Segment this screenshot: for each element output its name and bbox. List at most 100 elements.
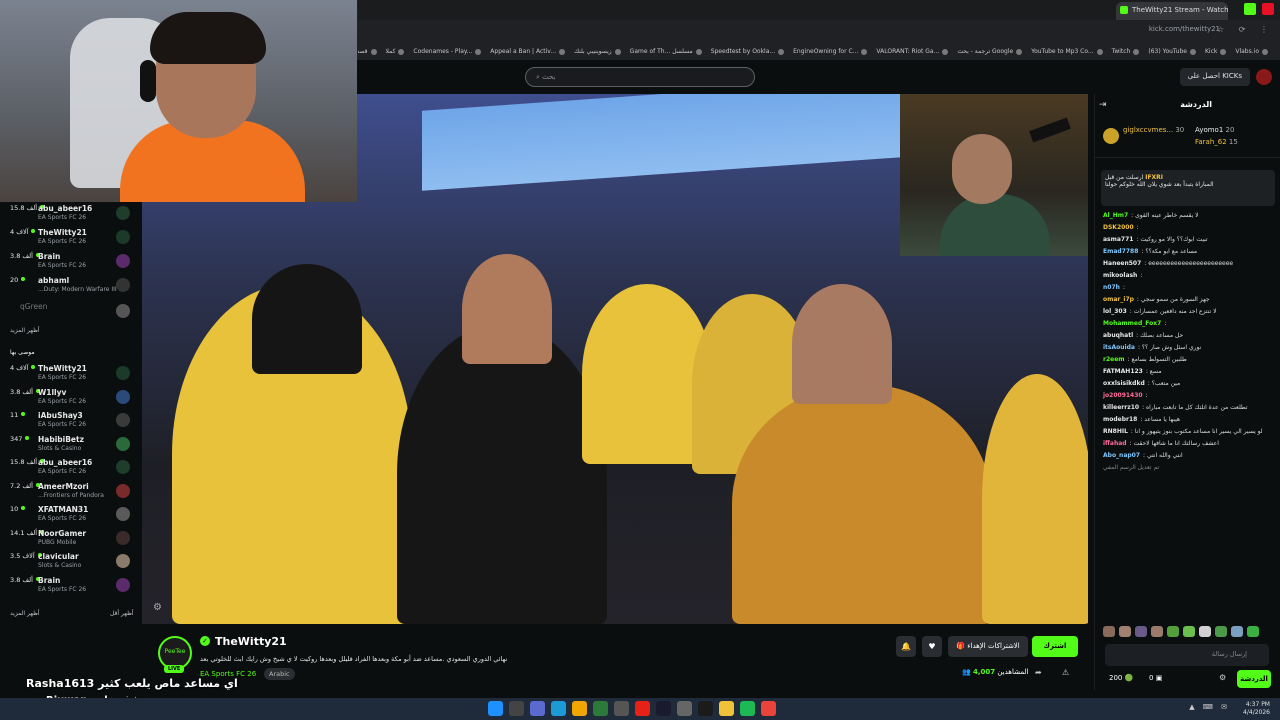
emote-icon[interactable] xyxy=(1199,626,1211,637)
bookmark-item[interactable]: زيسوينيبي بلنك xyxy=(574,45,621,58)
bookmark-item[interactable]: Twitch xyxy=(1112,45,1140,58)
chat-message[interactable]: Abo_nap07: انتي والله انتي xyxy=(1095,450,1280,462)
pinned-username[interactable]: IFXRI xyxy=(1145,174,1163,181)
chat-message[interactable]: RN8HIL: لو يسير الي يسير انا مساعد مكتوب… xyxy=(1095,426,1280,438)
notification-bell-button[interactable]: 🔔 xyxy=(896,636,916,657)
chat-username[interactable]: lol_303 xyxy=(1103,308,1127,315)
chat-message[interactable]: oxxlsisikdkd: مين متعب؟ xyxy=(1095,378,1280,390)
taskbar-app-icon[interactable] xyxy=(530,701,545,716)
chat-username[interactable]: itsAouida xyxy=(1103,344,1135,351)
get-kicks-button[interactable]: احصل على KICKs xyxy=(1179,68,1250,86)
taskbar-app-icon[interactable] xyxy=(719,701,734,716)
sidebar-channel-item[interactable]: 10 XFATMAN31 EA Sports FC 26 xyxy=(0,503,140,527)
chat-message[interactable]: asma771: تبيت ابوك؟؟ والا مو روكيت xyxy=(1095,234,1280,246)
leaderboard-entry[interactable]: Farah_62 15 xyxy=(1195,138,1238,146)
emote-icon[interactable] xyxy=(1135,626,1147,637)
gift-subs-button[interactable]: 🎁 الاشتراكات الإهداء xyxy=(948,636,1028,657)
chat-message[interactable]: modebr18: هيبها يا مساعد xyxy=(1095,414,1280,426)
bookmark-item[interactable]: VALORANT: Riot Ga... xyxy=(876,45,949,58)
emote-icon[interactable] xyxy=(1151,626,1163,637)
chat-message[interactable]: jo20091430: xyxy=(1095,390,1280,402)
search-input[interactable]: ⌕ بحث xyxy=(525,67,755,87)
sidebar-channel-item[interactable]: 20 abhaml ...Duty: Modern Warfare III xyxy=(0,274,140,298)
emote-icon[interactable] xyxy=(1103,626,1115,637)
emote-icon[interactable] xyxy=(1215,626,1227,637)
bookmark-item[interactable]: Appeal a Ban | Activ... xyxy=(490,45,566,58)
show-more-link[interactable]: أظهر المزيد xyxy=(10,610,40,617)
close-window-button[interactable] xyxy=(1262,3,1274,15)
taskbar-app-icon[interactable] xyxy=(740,701,755,716)
chat-username[interactable]: omar_i7p xyxy=(1103,296,1134,303)
chat-message[interactable]: FATMAH123: مسع xyxy=(1095,366,1280,378)
subscribe-button[interactable]: اشترك xyxy=(1032,636,1078,657)
chat-username[interactable]: abuqhatl xyxy=(1103,332,1133,339)
bookmark-item[interactable]: ترجمة - بحث Google xyxy=(957,45,1023,58)
emote-icon[interactable] xyxy=(1167,626,1179,637)
chat-username[interactable]: oxxlsisikdkd xyxy=(1103,380,1145,387)
sidebar-channel-item[interactable]: 4 آلاف TheWitty21 EA Sports FC 26 xyxy=(0,226,140,250)
report-icon[interactable]: ⚠ xyxy=(1062,668,1069,677)
chat-username[interactable]: Abo_nap07 xyxy=(1103,452,1140,459)
chat-message[interactable]: Emad7788: مساعد مع ابو مكة؟؟ xyxy=(1095,246,1280,258)
chat-username[interactable]: Al_Hm7 xyxy=(1103,212,1128,219)
kicks-balance[interactable]: 200 🟢 xyxy=(1109,674,1133,682)
chat-input[interactable]: إرسال رسالة xyxy=(1105,644,1269,666)
chat-settings-icon[interactable]: ⚙ xyxy=(1219,673,1226,682)
address-bar[interactable]: kick.com/thewitty21 ☆ ⟳ ⋮ xyxy=(358,22,1280,40)
sidebar-channel-item[interactable]: 3.8 ألف Brain EA Sports FC 26 xyxy=(0,574,140,598)
chat-username[interactable]: n07h xyxy=(1103,284,1120,291)
bookmark-item[interactable]: Speedtest by Ookla... xyxy=(711,45,785,58)
taskbar-app-icon[interactable] xyxy=(698,701,713,716)
sidebar-channel-offline[interactable]: qGreen xyxy=(0,300,140,324)
emote-icon[interactable] xyxy=(1231,626,1243,637)
chat-message[interactable]: omar_i7p: جهز السورة من سمو سجي xyxy=(1095,294,1280,306)
chat-username[interactable]: mikoolash xyxy=(1103,272,1137,279)
chat-username[interactable]: iffahad xyxy=(1103,440,1127,447)
taskbar-app-icon[interactable] xyxy=(488,701,503,716)
sidebar-channel-item[interactable]: 3.8 ألف W1llyv EA Sports FC 26 xyxy=(0,386,140,410)
chat-username[interactable]: r2eem xyxy=(1103,356,1125,363)
bookmark-item[interactable]: Vlabs.io xyxy=(1235,45,1268,58)
points-balance[interactable]: 0 ▣ xyxy=(1149,674,1162,682)
chat-username[interactable]: killeerrz10 xyxy=(1103,404,1139,411)
chat-username[interactable]: jo20091430 xyxy=(1103,392,1143,399)
sidebar-channel-item[interactable]: 7.2 ألف AmeerMzori ...Frontiers of Pandora xyxy=(0,480,140,504)
taskbar-app-icon[interactable] xyxy=(614,701,629,716)
show-less-link[interactable]: أظهر أقل xyxy=(110,610,134,617)
chat-message[interactable]: iffahad: اعشف رسالتك انا ما شافها لاحقت xyxy=(1095,438,1280,450)
emote-icon[interactable] xyxy=(1183,626,1195,637)
chat-message[interactable]: DSK2000: xyxy=(1095,222,1280,234)
sidebar-channel-item[interactable]: 14.1 ألف NoorGamer PUBG Mobile xyxy=(0,527,140,551)
chat-username[interactable]: FATMAH123 xyxy=(1103,368,1143,375)
sidebar-channel-item[interactable]: 11 iAbuShay3 EA Sports FC 26 xyxy=(0,409,140,433)
chat-message[interactable]: n07h: xyxy=(1095,282,1280,294)
taskbar-app-icon[interactable] xyxy=(635,701,650,716)
taskbar-app-icon[interactable] xyxy=(572,701,587,716)
chat-username[interactable]: asma771 xyxy=(1103,236,1133,243)
theater-mode-icon[interactable]: ⚙ xyxy=(153,602,162,613)
language-tag[interactable]: Arabic xyxy=(264,668,295,680)
chat-message[interactable]: killeerrz10: تطلعت من عدة اتلتك كل ما تا… xyxy=(1095,402,1280,414)
bookmark-item[interactable]: Game of Th... مسلسل xyxy=(630,45,702,58)
bookmark-item[interactable]: YouTube to Mp3 Co... xyxy=(1031,45,1103,58)
minimize-button[interactable] xyxy=(1244,3,1256,15)
bookmark-item[interactable]: Codenames - Play... xyxy=(413,45,482,58)
sidebar-channel-item[interactable]: 4 آلاف TheWitty21 EA Sports FC 26 xyxy=(0,362,140,386)
taskbar-app-icon[interactable] xyxy=(593,701,608,716)
bookmark-item[interactable]: Kick xyxy=(1205,45,1227,58)
chat-message[interactable]: Al_Hm7: لا يقسم خاطر عينه القوى xyxy=(1095,210,1280,222)
collapse-chat-icon[interactable]: ⇥ xyxy=(1099,100,1107,110)
taskbar-app-icon[interactable] xyxy=(509,701,524,716)
bookmark-item[interactable]: (63) YouTube xyxy=(1148,45,1196,58)
taskbar-app-icon[interactable] xyxy=(677,701,692,716)
chat-message[interactable]: Mohammed_Fox7: xyxy=(1095,318,1280,330)
bookmark-item[interactable]: كملا xyxy=(386,45,405,58)
bookmark-item[interactable]: قصه عشق xyxy=(358,45,377,58)
chat-send-button[interactable]: الدردشة xyxy=(1237,670,1271,688)
browser-action-icons[interactable]: ☆ ⟳ ⋮ xyxy=(1217,25,1274,34)
share-icon[interactable]: ➦ xyxy=(1035,668,1042,677)
chat-username[interactable]: Haneen507 xyxy=(1103,260,1141,267)
sidebar-channel-item[interactable]: 15.8 ألف abu_abeer16 EA Sports FC 26 xyxy=(0,456,140,480)
follow-heart-button[interactable]: ♥ xyxy=(922,636,942,657)
chat-username[interactable]: Emad7788 xyxy=(1103,248,1138,255)
